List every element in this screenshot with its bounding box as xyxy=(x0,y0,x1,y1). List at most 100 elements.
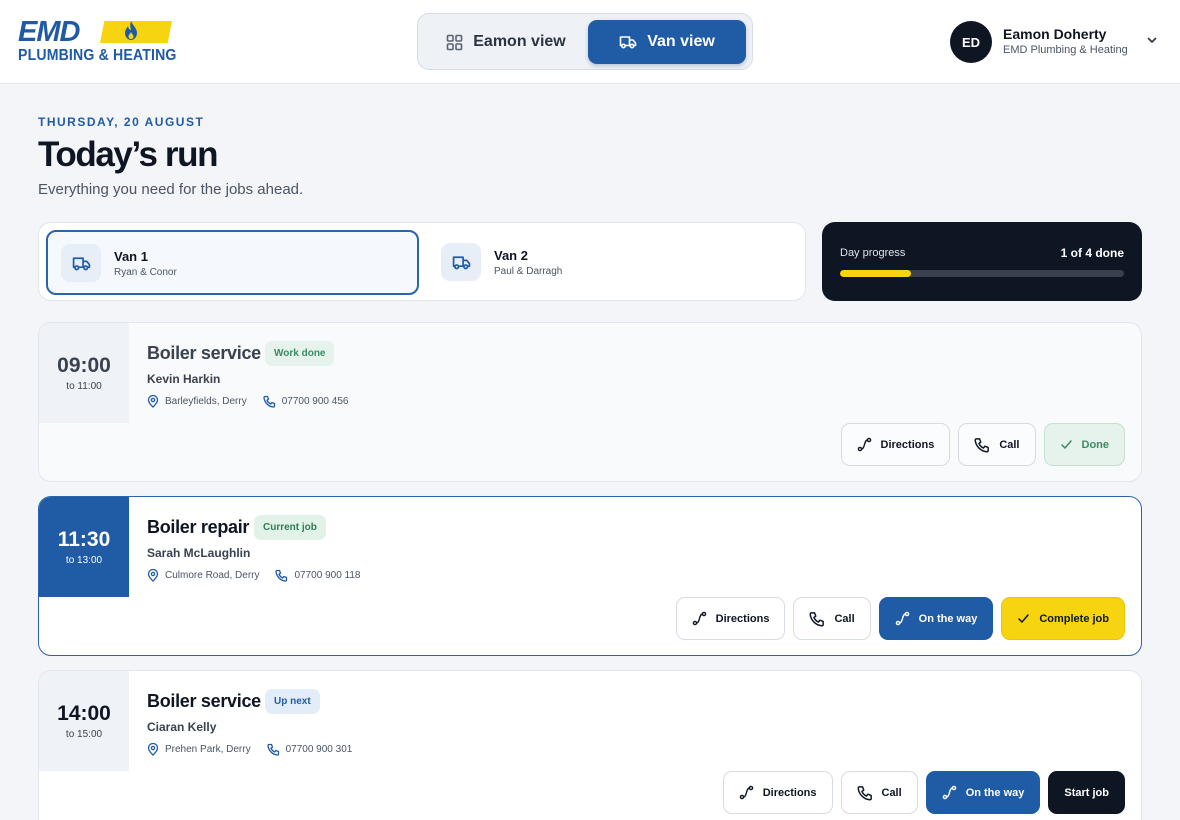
van-card-1[interactable]: Van 1 Ryan & Conor xyxy=(46,230,419,295)
phone-icon xyxy=(974,437,990,453)
top-bar: EMD PLUMBING & HEATING Eamon view Van vi… xyxy=(0,0,1180,84)
day-progress-card: Day progress 1 of 4 done xyxy=(822,222,1142,301)
route-icon xyxy=(692,611,706,626)
route-icon xyxy=(739,785,754,800)
directions-button[interactable]: Directions xyxy=(722,771,833,814)
eamon-view-button[interactable]: Eamon view xyxy=(424,20,588,64)
job-title: Boiler repair xyxy=(147,517,250,537)
van-crew: Paul & Darragh xyxy=(494,266,563,277)
progress-bar xyxy=(840,270,1124,277)
job-actions: Directions Call On the way Start job xyxy=(722,771,1125,814)
on-the-way-label: On the way xyxy=(965,786,1025,799)
van-selector: Van 1 Ryan & Conor Van 2 Paul & Darragh xyxy=(38,222,806,301)
job-address: Prehen Park, Derry xyxy=(165,743,251,755)
logo-subtitle: PLUMBING & HEATING xyxy=(18,47,177,64)
job-actions: Directions Call Done xyxy=(840,423,1125,466)
company-logo[interactable]: EMD PLUMBING & HEATING xyxy=(18,16,177,66)
van-view-label: Van view xyxy=(647,33,715,50)
progress-label: Day progress xyxy=(840,247,906,259)
progress-count: 1 of 4 done xyxy=(1060,246,1124,260)
status-badge: Up next xyxy=(265,689,320,714)
directions-button[interactable]: Directions xyxy=(840,423,951,466)
view-switch: Eamon view Van view xyxy=(417,13,753,70)
on-the-way-label: On the way xyxy=(918,612,978,625)
call-button[interactable]: Call xyxy=(840,771,918,814)
route-icon xyxy=(942,785,956,800)
complete-job-label: Complete job xyxy=(1039,612,1109,625)
phone-icon xyxy=(263,395,276,408)
on-the-way-button[interactable]: On the way xyxy=(878,597,994,640)
directions-button[interactable]: Directions xyxy=(675,597,786,640)
route-icon xyxy=(857,437,871,452)
job-phone[interactable]: 07700 900 456 xyxy=(282,396,349,407)
job-end-time: to 13:00 xyxy=(65,555,103,566)
user-organisation: EMD Plumbing & Heating xyxy=(1003,44,1128,56)
job-meta: Barleyfields, Derry 07700 900 456 xyxy=(147,393,348,409)
job-start-time: 09:00 xyxy=(57,354,111,377)
call-label: Call xyxy=(881,786,902,799)
job-card-2: 11:30 to 13:00 Boiler repair Current job… xyxy=(38,496,1142,656)
job-end-time: to 11:00 xyxy=(66,381,102,392)
status-badge: Current job xyxy=(254,515,326,540)
directions-label: Directions xyxy=(715,612,770,625)
van-icon xyxy=(619,36,637,49)
job-title: Boiler service xyxy=(147,691,261,711)
done-button[interactable]: Done xyxy=(1043,423,1125,466)
phone-icon xyxy=(266,743,280,756)
flame-icon xyxy=(125,21,137,40)
call-label: Call xyxy=(999,438,1020,451)
van-name: Van 1 xyxy=(114,249,148,264)
van-icon xyxy=(441,243,481,281)
start-job-button[interactable]: Start job xyxy=(1048,771,1125,814)
job-phone[interactable]: 07700 900 118 xyxy=(294,570,360,581)
job-time: 14:00 to 15:00 xyxy=(39,671,129,771)
call-label: Call xyxy=(834,612,855,625)
grid-icon xyxy=(446,34,463,50)
job-time: 09:00 to 11:00 xyxy=(39,323,129,423)
van-view-button[interactable]: Van view xyxy=(588,20,746,64)
pin-icon xyxy=(147,394,159,408)
job-end-time: to 15:00 xyxy=(65,729,103,740)
route-icon xyxy=(895,611,909,626)
customer-name: Kevin Harkin xyxy=(147,372,221,386)
job-time: 11:30 to 13:00 xyxy=(39,497,129,597)
user-menu[interactable]: ED Eamon Doherty EMD Plumbing & Heating xyxy=(950,20,1165,64)
van-name: Van 2 xyxy=(494,248,528,263)
pin-icon xyxy=(147,568,159,582)
job-start-time: 14:00 xyxy=(57,702,111,725)
directions-label: Directions xyxy=(762,786,817,799)
directions-label: Directions xyxy=(880,438,935,451)
eamon-view-label: Eamon view xyxy=(473,33,566,50)
job-start-time: 11:30 xyxy=(57,528,111,551)
customer-name: Sarah McLaughlin xyxy=(147,546,251,560)
logo-emd-text: EMD xyxy=(18,16,80,48)
on-the-way-button[interactable]: On the way xyxy=(925,771,1041,814)
check-icon xyxy=(1060,440,1072,449)
job-phone[interactable]: 07700 900 301 xyxy=(286,744,353,755)
job-meta: Culmore Road, Derry 07700 900 118 xyxy=(147,567,360,583)
start-job-label: Start job xyxy=(1064,786,1109,799)
check-icon xyxy=(1018,614,1030,623)
customer-name: Ciaran Kelly xyxy=(147,720,217,734)
page-title: Today’s run xyxy=(38,135,218,174)
page-subtitle: Everything you need for the jobs ahead. xyxy=(38,181,304,198)
phone-icon xyxy=(809,611,825,627)
job-meta: Prehen Park, Derry 07700 900 301 xyxy=(147,741,352,757)
job-card-3: 14:00 to 15:00 Boiler service Up next Ci… xyxy=(38,670,1142,820)
van-crew: Ryan & Conor xyxy=(114,267,177,278)
van-icon xyxy=(61,244,101,282)
job-title: Boiler service xyxy=(147,343,261,363)
avatar: ED xyxy=(950,21,992,63)
job-address: Barleyfields, Derry xyxy=(165,395,247,407)
job-address: Culmore Road, Derry xyxy=(165,569,260,581)
call-button[interactable]: Call xyxy=(958,423,1036,466)
user-name: Eamon Doherty xyxy=(1003,26,1107,42)
call-button[interactable]: Call xyxy=(793,597,871,640)
done-label: Done xyxy=(1081,438,1110,451)
van-card-2[interactable]: Van 2 Paul & Darragh xyxy=(427,230,800,295)
complete-job-button[interactable]: Complete job xyxy=(1001,597,1125,640)
job-actions: Directions Call On the way Complete job xyxy=(675,597,1125,640)
phone-icon xyxy=(275,569,288,582)
status-badge: Work done xyxy=(265,341,335,366)
phone-icon xyxy=(856,785,872,801)
